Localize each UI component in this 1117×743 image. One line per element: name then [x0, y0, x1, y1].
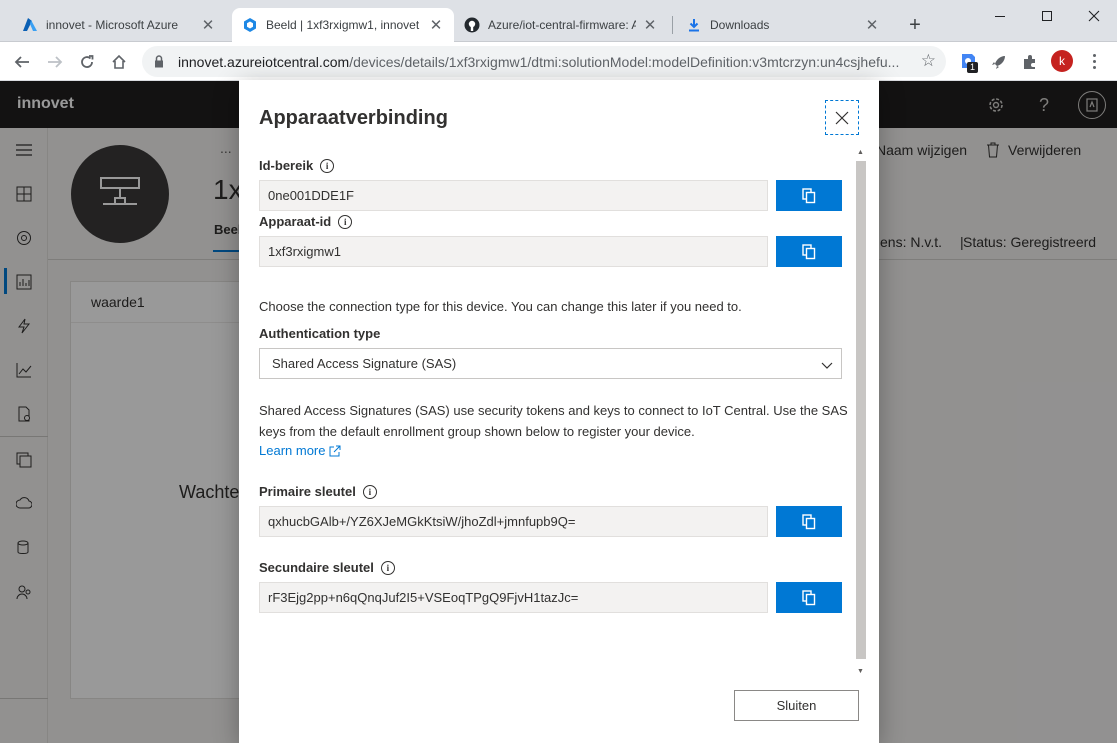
close-tab-icon[interactable]: ✕: [864, 16, 880, 34]
auth-type-dropdown[interactable]: Shared Access Signature (SAS): [259, 348, 842, 379]
id-scope-label: Id-bereik i: [259, 158, 335, 173]
url-text[interactable]: innovet.azureiotcentral.com/devices/deta…: [178, 54, 913, 70]
url-path: /devices/details/1xf3rxigmw1/dtmi:soluti…: [349, 53, 900, 70]
tab-device-view[interactable]: Beeld | 1xf3rxigmw1, innovet ✕: [232, 8, 454, 42]
puzzle-extensions-icon[interactable]: [1019, 51, 1041, 73]
extension-count: 1: [967, 62, 978, 73]
lock-icon[interactable]: [154, 55, 168, 68]
forward-arrow-icon[interactable]: [43, 50, 67, 74]
scroll-down-arrow-icon[interactable]: ▼: [857, 668, 864, 675]
browser-toolbar: innovet.azureiotcentral.com/devices/deta…: [0, 42, 1117, 81]
browser-menu-icon[interactable]: [1088, 50, 1100, 72]
info-icon[interactable]: i: [362, 484, 377, 499]
browser-tabstrip: innovet - Microsoft Azure ✕ Beeld | 1xf3…: [0, 0, 1117, 42]
reload-icon[interactable]: [75, 50, 99, 74]
copy-device-id-button[interactable]: [776, 236, 842, 267]
info-icon[interactable]: i: [320, 158, 335, 173]
sas-description: Shared Access Signatures (SAS) use secur…: [259, 403, 848, 439]
extension-badge-icon[interactable]: 1: [957, 51, 979, 73]
url-host: innovet.azureiotcentral.com: [178, 53, 350, 70]
new-tab-button[interactable]: +: [904, 14, 926, 36]
close-tab-icon[interactable]: ✕: [428, 16, 444, 34]
copy-icon: [802, 243, 816, 259]
back-arrow-icon[interactable]: [10, 50, 34, 74]
dialog-close-button[interactable]: [825, 100, 859, 135]
tab-downloads[interactable]: Downloads ✕: [676, 8, 890, 42]
profile-avatar[interactable]: k: [1051, 50, 1073, 72]
close-icon: [835, 111, 849, 124]
dialog-title: Apparaatverbinding: [259, 107, 448, 129]
external-link-icon: [329, 445, 341, 456]
tab-azure-portal[interactable]: innovet - Microsoft Azure ✕: [12, 8, 226, 42]
secondary-key-field[interactable]: rF3Ejg2pp+n6qQnqJuf2I5+VSEoqTPgQ9FjvH1ta…: [259, 582, 768, 613]
connection-intro-text: Choose the connection type for this devi…: [259, 299, 742, 314]
primary-key-field[interactable]: qxhucbGAlb+/YZ6XJeMGkKtsiW/jhoZdl+jmnfup…: [259, 506, 768, 537]
learn-more-link[interactable]: Learn more: [259, 443, 341, 458]
tab-github-firmware[interactable]: Azure/iot-central-firmware: A ✕: [454, 8, 668, 42]
copy-secondary-key-button[interactable]: [776, 582, 842, 613]
minimize-icon[interactable]: [990, 6, 1010, 26]
auth-type-label: Authentication type: [259, 326, 381, 341]
window-close-icon[interactable]: [1084, 6, 1104, 26]
copy-icon: [802, 589, 816, 605]
maximize-icon[interactable]: [1037, 6, 1057, 26]
scroll-thumb[interactable]: [856, 161, 866, 659]
chevron-down-icon: [821, 358, 833, 373]
device-id-label: Apparaat-id i: [259, 214, 353, 229]
device-id-field[interactable]: 1xf3rxigmw1: [259, 236, 768, 267]
dialog-scrollbar[interactable]: ▲ ▼: [852, 148, 869, 680]
bookmark-star-icon[interactable]: ☆: [921, 51, 936, 71]
device-connection-dialog: Apparaatverbinding Id-bereik i 0ne001DDE…: [239, 80, 879, 743]
download-icon: [686, 17, 702, 33]
address-bar[interactable]: innovet.azureiotcentral.com/devices/deta…: [142, 46, 946, 77]
id-scope-field[interactable]: 0ne001DDE1F: [259, 180, 768, 211]
close-tab-icon[interactable]: ✕: [642, 16, 658, 34]
github-icon: [464, 17, 480, 33]
tab-separator: [672, 16, 673, 34]
info-icon[interactable]: i: [338, 214, 353, 229]
close-dialog-button[interactable]: Sluiten: [734, 690, 859, 721]
copy-icon: [802, 187, 816, 203]
secondary-key-label: Secundaire sleutel i: [259, 560, 395, 575]
home-icon[interactable]: [107, 50, 131, 74]
info-icon[interactable]: i: [380, 560, 395, 575]
copy-primary-key-button[interactable]: [776, 506, 842, 537]
copy-icon: [802, 513, 816, 529]
primary-key-label: Primaire sleutel i: [259, 484, 377, 499]
iot-central-icon: [242, 17, 258, 33]
azure-icon: [22, 17, 38, 33]
copy-id-scope-button[interactable]: [776, 180, 842, 211]
scroll-up-arrow-icon[interactable]: ▲: [857, 149, 864, 156]
close-tab-icon[interactable]: ✕: [200, 16, 216, 34]
rocket-extension-icon[interactable]: [988, 51, 1010, 73]
